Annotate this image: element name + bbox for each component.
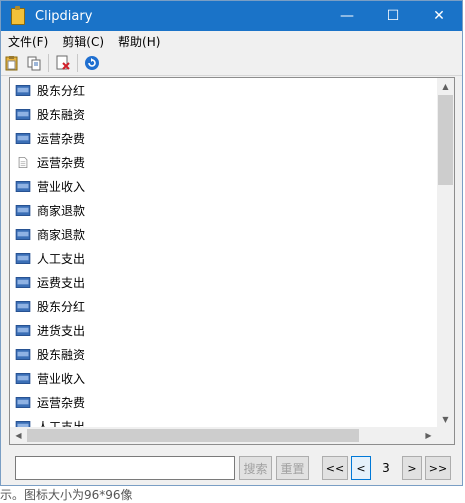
- copy-button[interactable]: [23, 52, 45, 74]
- clip-list-item[interactable]: 运营杂费: [10, 150, 437, 174]
- bottom-bar: 搜索 重置 << < 3 > >>: [1, 447, 462, 485]
- html-file-icon: [15, 300, 31, 312]
- last-page-button[interactable]: >>: [425, 456, 451, 480]
- clip-label: 商家退款: [37, 203, 86, 218]
- clip-list-item[interactable]: 股东融资: [10, 102, 437, 126]
- html-file-icon: [15, 252, 31, 264]
- horizontal-scrollbar[interactable]: ◀ ▶: [10, 427, 437, 444]
- search-button[interactable]: 搜索: [239, 456, 272, 480]
- clip-list-item[interactable]: 运营杂费: [10, 390, 437, 414]
- clip-rows: 股东分红 股东融资 运营杂费 运营杂费 营业收入 商家退款 商家退款 人工支出 运费支出 股东分红…: [10, 78, 437, 428]
- html-file-icon: [15, 276, 31, 288]
- window-title: Clipdiary: [35, 8, 93, 24]
- prev-page-button[interactable]: <: [351, 456, 371, 480]
- clip-label: 营业收入: [37, 371, 86, 386]
- minimize-button[interactable]: —: [324, 1, 370, 31]
- clip-label: 进货支出: [37, 323, 86, 338]
- clip-label: 运营杂费: [37, 131, 86, 146]
- background-window-text: 示。图标大小为96*96像: [0, 488, 133, 502]
- clip-list-item[interactable]: 人工支出: [10, 414, 437, 428]
- vertical-scroll-thumb[interactable]: [438, 95, 453, 185]
- scroll-right-icon[interactable]: ▶: [420, 427, 437, 444]
- delete-button[interactable]: [52, 52, 74, 74]
- refresh-button[interactable]: [81, 52, 103, 74]
- clipboard-icon: [11, 5, 25, 25]
- clipdiary-window: Clipdiary — ☐ ✕ 文件(F) 剪辑(C) 帮助(H) 股东分红 股…: [0, 0, 463, 486]
- menu-help[interactable]: 帮助(H): [111, 33, 167, 50]
- copy-icon: [27, 56, 41, 71]
- clip-label: 股东分红: [37, 299, 86, 314]
- clip-list-item[interactable]: 商家退款: [10, 198, 437, 222]
- scroll-left-icon[interactable]: ◀: [10, 427, 27, 444]
- clip-list-item[interactable]: 股东分红: [10, 294, 437, 318]
- html-file-icon: [15, 396, 31, 408]
- reset-button[interactable]: 重置: [276, 456, 309, 480]
- clip-label: 股东融资: [37, 347, 86, 362]
- scroll-down-icon[interactable]: ▼: [437, 411, 454, 428]
- toolbar-separator: [48, 54, 49, 72]
- title-bar[interactable]: Clipdiary — ☐ ✕: [1, 1, 462, 31]
- close-button[interactable]: ✕: [416, 1, 462, 31]
- clip-label: 运费支出: [37, 275, 86, 290]
- clip-list: 股东分红 股东融资 运营杂费 运营杂费 营业收入 商家退款 商家退款 人工支出 运费支出 股东分红…: [9, 77, 455, 445]
- clip-list-item[interactable]: 人工支出: [10, 246, 437, 270]
- clip-label: 股东融资: [37, 107, 86, 122]
- clip-label: 运营杂费: [37, 395, 86, 410]
- clip-list-item[interactable]: 进货支出: [10, 318, 437, 342]
- html-file-icon: [15, 228, 31, 240]
- clip-list-item[interactable]: 运费支出: [10, 270, 437, 294]
- html-file-icon: [15, 324, 31, 336]
- clip-label: 股东分红: [37, 83, 86, 98]
- refresh-icon: [85, 56, 99, 70]
- html-file-icon: [15, 180, 31, 192]
- clip-list-item[interactable]: 股东分红: [10, 78, 437, 102]
- toolbar: [1, 51, 462, 76]
- clip-label: 人工支出: [37, 251, 86, 266]
- clip-list-item[interactable]: 营业收入: [10, 174, 437, 198]
- maximize-button[interactable]: ☐: [370, 1, 416, 31]
- close-icon: ✕: [433, 8, 445, 24]
- scroll-up-icon[interactable]: ▲: [437, 78, 454, 95]
- menu-bar: 文件(F) 剪辑(C) 帮助(H): [1, 31, 462, 51]
- paste-icon: [5, 56, 18, 71]
- html-file-icon: [15, 372, 31, 384]
- vertical-scrollbar[interactable]: ▲ ▼: [437, 78, 454, 428]
- clip-label: 商家退款: [37, 227, 86, 242]
- search-input[interactable]: [15, 456, 235, 480]
- html-file-icon: [15, 348, 31, 360]
- menu-file[interactable]: 文件(F): [1, 33, 55, 50]
- clip-list-item[interactable]: 股东融资: [10, 342, 437, 366]
- minimize-icon: —: [340, 8, 354, 24]
- clip-label: 营业收入: [37, 179, 86, 194]
- menu-clip[interactable]: 剪辑(C): [55, 33, 111, 50]
- delete-icon: [56, 55, 70, 70]
- horizontal-scroll-thumb[interactable]: [27, 429, 359, 442]
- html-file-icon: [15, 84, 31, 96]
- text-file-icon: [18, 156, 28, 168]
- clip-list-item[interactable]: 营业收入: [10, 366, 437, 390]
- toolbar-separator: [77, 54, 78, 72]
- html-file-icon: [15, 108, 31, 120]
- scroll-corner: [437, 427, 454, 444]
- current-page-number: 3: [382, 461, 390, 475]
- paste-button[interactable]: [1, 52, 23, 74]
- clip-label: 运营杂费: [37, 155, 86, 170]
- html-file-icon: [15, 132, 31, 144]
- first-page-button[interactable]: <<: [322, 456, 348, 480]
- clip-list-item[interactable]: 运营杂费: [10, 126, 437, 150]
- html-file-icon: [15, 204, 31, 216]
- maximize-icon: ☐: [386, 8, 400, 24]
- next-page-button[interactable]: >: [402, 456, 422, 480]
- clip-list-item[interactable]: 商家退款: [10, 222, 437, 246]
